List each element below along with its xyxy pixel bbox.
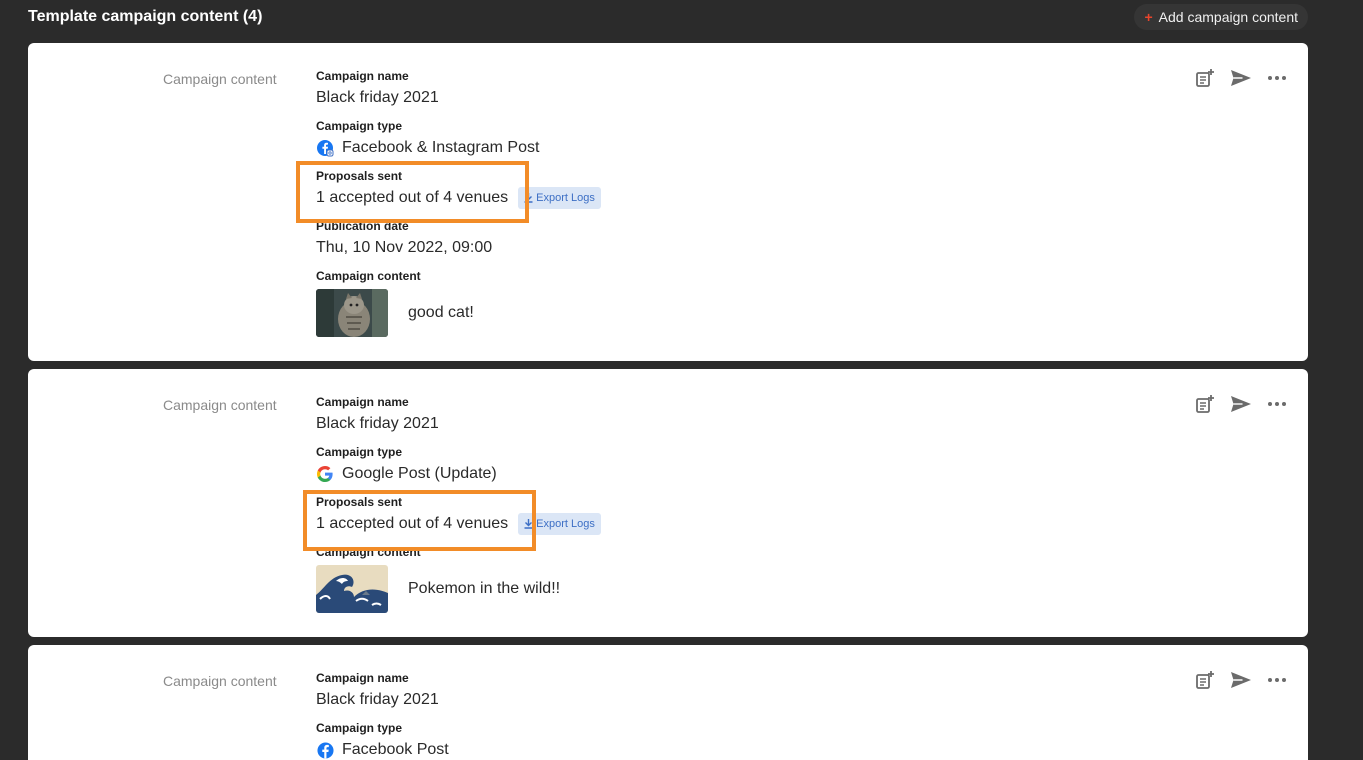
campaign-content-card: Campaign content Campaign name Black fri… (28, 43, 1308, 361)
send-icon[interactable] (1230, 67, 1252, 89)
google-icon (316, 465, 334, 483)
campaign-type-value: Google Post (Update) (342, 465, 497, 482)
campaign-content-label: Campaign content (316, 269, 421, 283)
campaign-type-label: Campaign type (316, 445, 403, 459)
export-logs-button[interactable]: Export Logs (518, 187, 601, 209)
campaign-type-label: Campaign type (316, 119, 403, 133)
facebook-instagram-icon (316, 139, 334, 157)
add-note-icon[interactable] (1194, 669, 1216, 691)
campaign-name-value: Black friday 2021 (316, 415, 439, 432)
campaign-name-field: Campaign name Black friday 2021 (316, 671, 1016, 721)
publication-date-label: Publication date (316, 219, 409, 233)
section-title: Template campaign content (4) (28, 8, 263, 25)
campaign-type-field: Campaign type Google Post (Update) (316, 445, 1016, 495)
export-logs-label: Export Logs (536, 518, 595, 530)
campaign-content-card: Campaign content Campaign name Black fri… (28, 645, 1308, 760)
card-section-label: Campaign content (163, 673, 277, 689)
campaign-name-label: Campaign name (316, 395, 409, 409)
download-icon (524, 519, 533, 529)
campaign-type-value: Facebook Post (342, 741, 449, 758)
more-options-icon[interactable] (1266, 669, 1288, 691)
campaign-name-value: Black friday 2021 (316, 691, 439, 708)
download-icon (524, 193, 533, 203)
more-options-icon[interactable] (1266, 393, 1288, 415)
send-icon[interactable] (1230, 669, 1252, 691)
proposals-sent-field: Proposals sent 1 accepted out of 4 venue… (316, 169, 1016, 219)
add-campaign-content-button[interactable]: + Add campaign content (1134, 4, 1308, 30)
proposals-sent-label: Proposals sent (316, 169, 403, 183)
campaign-content-field: Campaign content Pokemon in the wild!! (316, 545, 1016, 625)
campaign-type-field: Campaign type Facebook Post (316, 721, 1016, 760)
campaign-content-field: Campaign content good cat! (316, 269, 1016, 349)
campaign-content-label: Campaign content (316, 545, 421, 559)
card-actions (1194, 669, 1288, 691)
campaign-name-field: Campaign name Black friday 2021 (316, 395, 1016, 445)
export-logs-label: Export Logs (536, 192, 595, 204)
campaign-name-label: Campaign name (316, 69, 409, 83)
campaign-content-card: Campaign content Campaign name Black fri… (28, 369, 1308, 637)
campaign-type-field: Campaign type Facebook & Instagram Post (316, 119, 1016, 169)
card-actions (1194, 67, 1288, 89)
plus-icon: + (1144, 9, 1153, 25)
card-section-label: Campaign content (163, 397, 277, 413)
proposals-sent-label: Proposals sent (316, 495, 403, 509)
add-note-icon[interactable] (1194, 393, 1216, 415)
more-options-icon[interactable] (1266, 67, 1288, 89)
add-campaign-content-label: Add campaign content (1158, 9, 1298, 25)
campaign-content-text: good cat! (408, 304, 474, 321)
add-note-icon[interactable] (1194, 67, 1216, 89)
proposals-sent-value: 1 accepted out of 4 venues (316, 515, 509, 532)
campaign-type-label: Campaign type (316, 721, 403, 735)
campaign-content-text: Pokemon in the wild!! (408, 580, 561, 597)
campaign-name-value: Black friday 2021 (316, 89, 439, 106)
cat-thumbnail[interactable] (316, 289, 388, 337)
section-header: Template campaign content (4) + Add camp… (28, 0, 1308, 34)
campaign-type-value: Facebook & Instagram Post (342, 139, 540, 156)
card-actions (1194, 393, 1288, 415)
export-logs-button[interactable]: Export Logs (518, 513, 601, 535)
wave-thumbnail[interactable] (316, 565, 388, 613)
facebook-icon (316, 741, 334, 759)
send-icon[interactable] (1230, 393, 1252, 415)
publication-date-field: Publication date Thu, 10 Nov 2022, 09:00 (316, 219, 1016, 269)
proposals-sent-field: Proposals sent 1 accepted out of 4 venue… (316, 495, 1016, 545)
campaign-name-field: Campaign name Black friday 2021 (316, 69, 1016, 119)
card-section-label: Campaign content (163, 71, 277, 87)
campaign-name-label: Campaign name (316, 671, 409, 685)
proposals-sent-value: 1 accepted out of 4 venues (316, 189, 509, 206)
publication-date-value: Thu, 10 Nov 2022, 09:00 (316, 239, 493, 256)
